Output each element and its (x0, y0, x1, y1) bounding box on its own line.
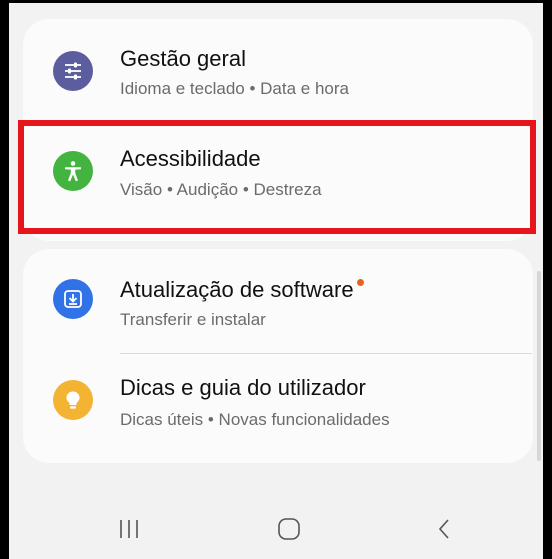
settings-card-updates: Atualização de software Transferir e ins… (23, 249, 533, 463)
accessibility-highlight-box (18, 120, 536, 234)
home-button[interactable] (269, 511, 309, 547)
navigation-bar (9, 499, 543, 559)
item-subtitle: Idioma e teclado • Data e hora (120, 79, 349, 98)
settings-item-tips-guide[interactable]: Dicas e guia do utilizador Dicas úteis •… (23, 355, 533, 455)
divider (120, 353, 532, 354)
recents-icon (120, 520, 138, 538)
notification-dot (356, 279, 364, 286)
back-button[interactable] (425, 511, 465, 547)
item-title: Dicas e guia do utilizador (120, 375, 366, 400)
download-icon (53, 279, 93, 319)
settings-screen: Gestão geral Idioma e teclado • Data e h… (6, 3, 546, 559)
item-title: Atualização de software (120, 277, 364, 303)
home-icon (278, 518, 300, 540)
back-icon (438, 519, 449, 539)
scrollbar[interactable] (537, 271, 541, 461)
settings-item-general-management[interactable]: Gestão geral Idioma e teclado • Data e h… (23, 19, 533, 119)
item-subtitle: Transferir e instalar (120, 310, 266, 329)
item-title: Gestão geral (120, 46, 246, 71)
item-subtitle: Dicas úteis • Novas funcionalidades (120, 410, 390, 429)
lightbulb-icon (53, 380, 93, 420)
settings-item-software-update[interactable]: Atualização de software Transferir e ins… (23, 249, 533, 349)
recents-button[interactable] (109, 511, 149, 547)
sliders-icon (53, 51, 93, 91)
